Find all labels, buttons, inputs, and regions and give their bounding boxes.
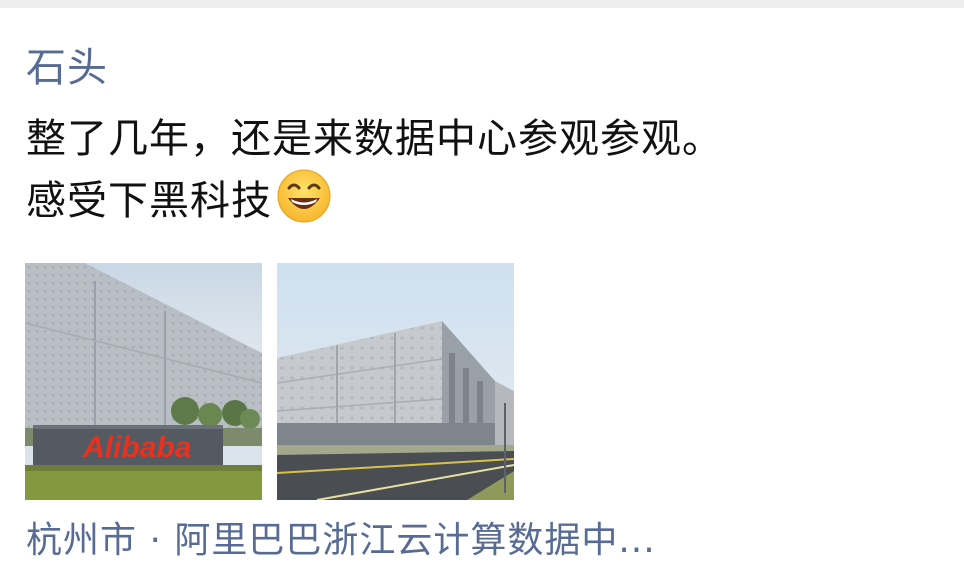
- post-text-line-2: 感受下黑科技: [26, 168, 946, 230]
- datacenter-building-photo[interactable]: [277, 263, 514, 500]
- moments-post: 石头 整了几年，还是来数据中心参观参观。 感受下黑科技 Alibaba 杭州市 …: [0, 0, 964, 574]
- post-text-line-1: 整了几年，还是来数据中心参观参观。: [26, 116, 723, 162]
- author-name-link[interactable]: 石头: [26, 40, 108, 96]
- alibaba-datacenter-photo[interactable]: Alibaba: [25, 263, 262, 500]
- alibaba-sign-text: Alibaba: [82, 431, 191, 464]
- location-link[interactable]: 杭州市 · 阿里巴巴浙江云计算数据中...: [26, 514, 656, 568]
- post-text: 整了几年，还是来数据中心参观参观。 感受下黑科技: [26, 110, 946, 230]
- post-text-line-2-text: 感受下黑科技: [26, 178, 272, 224]
- grinning-face-emoji-icon: [276, 168, 332, 224]
